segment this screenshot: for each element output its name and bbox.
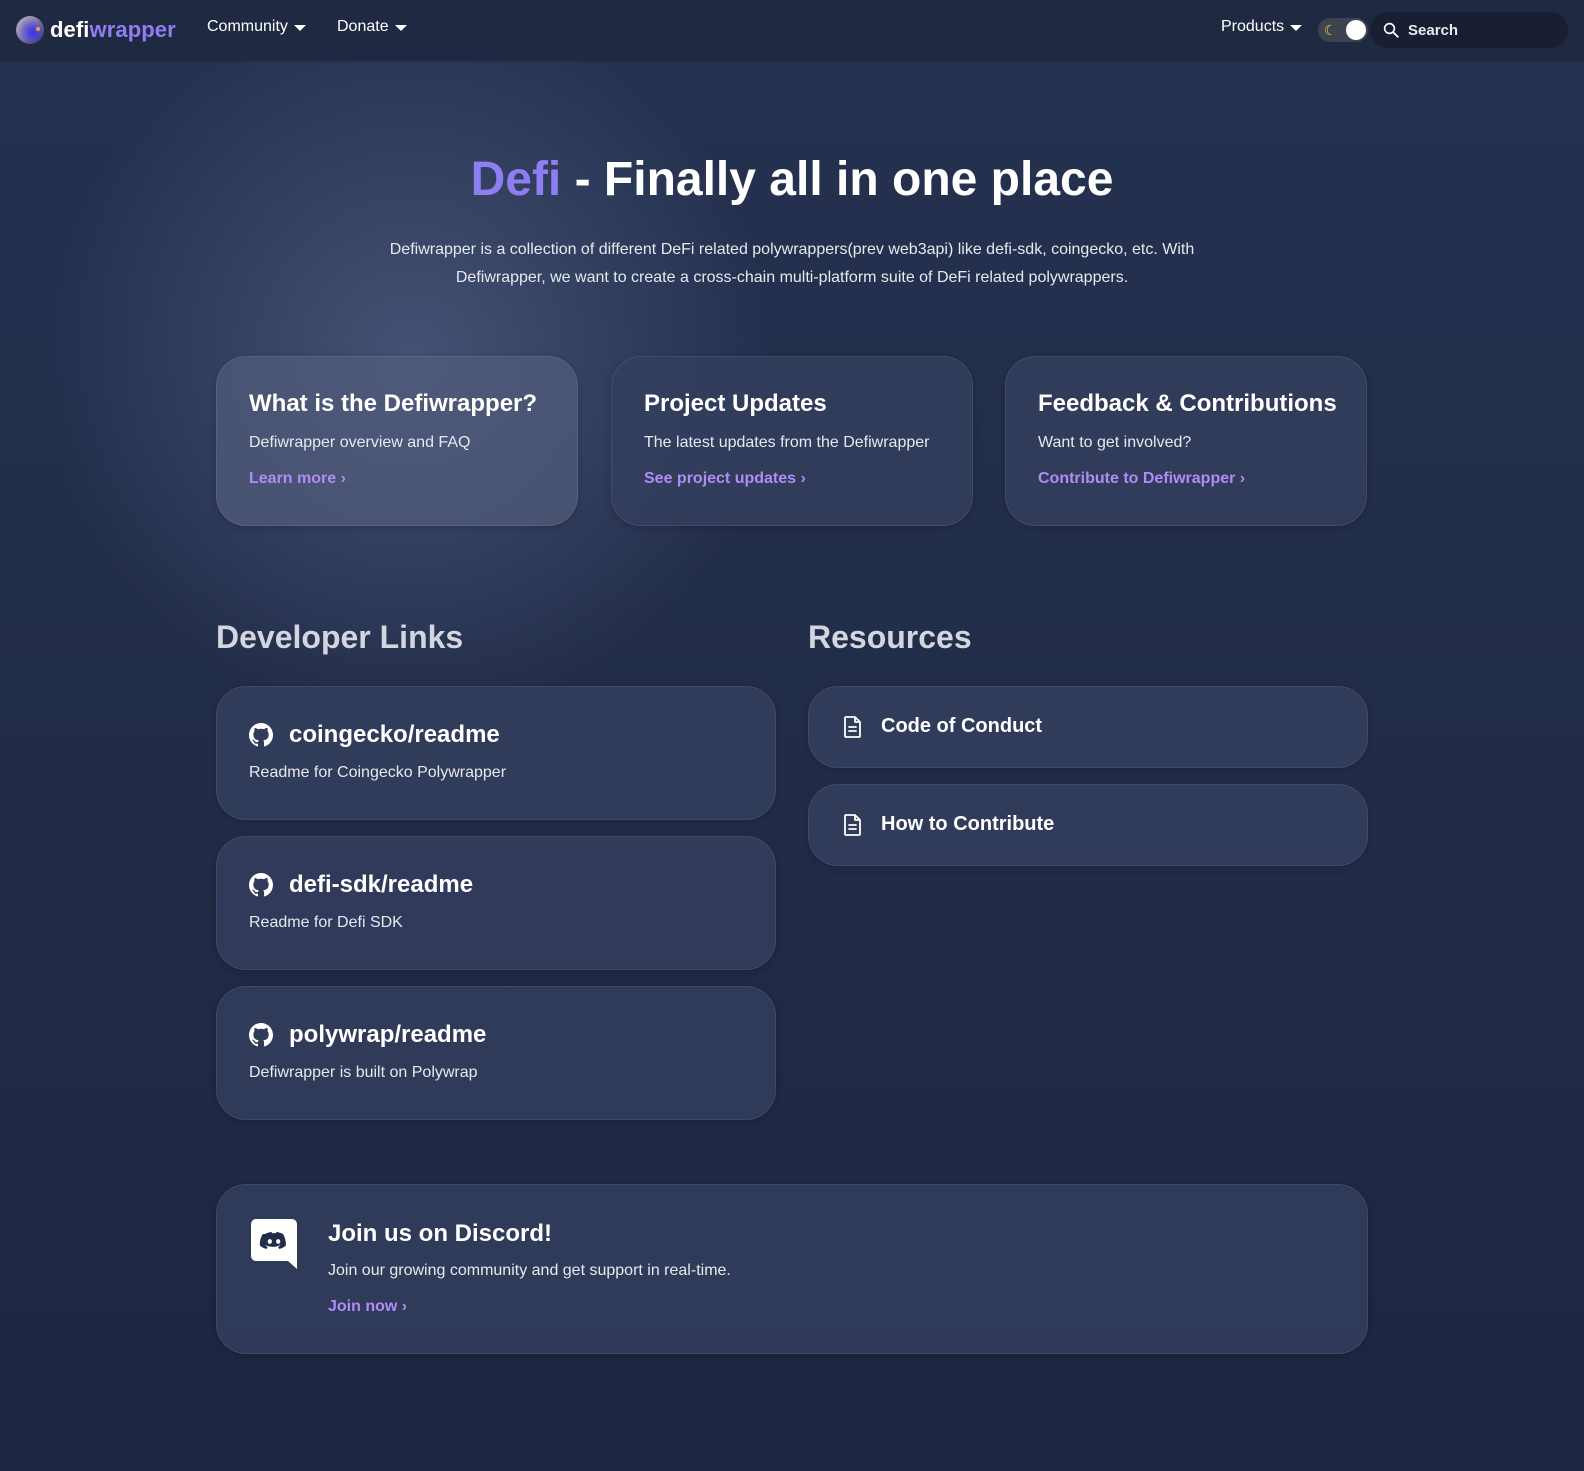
github-icon (249, 1023, 273, 1047)
navbar: defiwrapper Community Donate Products ☾ (0, 0, 1584, 60)
brand-logo-link[interactable]: defiwrapper (16, 15, 176, 45)
nav-donate-dropdown[interactable]: Donate (337, 18, 407, 36)
nav-products-label: Products (1221, 18, 1285, 35)
hero-description: Defiwrapper is a collection of different… (389, 241, 1195, 286)
dev-link-coingecko[interactable]: coingecko/readme Readme for Coingecko Po… (216, 686, 776, 820)
dev-link-defi-sdk[interactable]: defi-sdk/readme Readme for Defi SDK (216, 836, 776, 970)
nav-community-label: Community (207, 18, 288, 35)
theme-toggle[interactable]: ☾ (1318, 18, 1368, 42)
hero-title: Defi - Finally all in one place (0, 150, 1584, 210)
feature-card-description: The latest updates from the Defiwrapper (644, 434, 930, 451)
brand-name: defiwrapper (50, 17, 176, 43)
dev-link-polywrap[interactable]: polywrap/readme Defiwrapper is built on … (216, 986, 776, 1120)
github-icon (249, 723, 273, 747)
feature-card-title: What is the Defiwrapper? (249, 390, 538, 417)
brand-name-part1: defi (50, 17, 90, 42)
resource-title: How to Contribute (881, 813, 1055, 835)
dev-link-title: polywrap/readme (289, 1021, 487, 1048)
feature-card-description: Want to get involved? (1038, 434, 1192, 451)
document-icon (844, 716, 861, 738)
search-icon (1383, 22, 1399, 38)
nav-products-dropdown[interactable]: Products (1221, 18, 1303, 36)
nav-community-dropdown[interactable]: Community (207, 18, 306, 36)
github-icon (249, 873, 273, 897)
logo-icon (16, 16, 44, 44)
feature-card-description: Defiwrapper overview and FAQ (249, 434, 471, 451)
discord-title: Join us on Discord! (328, 1220, 553, 1247)
developer-links-heading: Developer Links (216, 619, 464, 655)
chevron-down-icon (1290, 25, 1303, 31)
feature-card-feedback: Feedback & Contributions Want to get inv… (1005, 356, 1367, 526)
feature-card-title: Project Updates (644, 390, 827, 417)
resource-code-of-conduct[interactable]: Code of Conduct (808, 686, 1368, 768)
learn-more-link[interactable]: Learn more › (249, 469, 346, 489)
see-project-updates-link[interactable]: See project updates › (644, 469, 806, 489)
search-box[interactable] (1370, 12, 1568, 48)
hero-title-accent: Defi (470, 153, 562, 206)
toggle-knob (1346, 20, 1366, 40)
dev-link-description: Readme for Coingecko Polywrapper (249, 764, 507, 781)
discord-icon (251, 1219, 297, 1269)
feature-card-title: Feedback & Contributions (1038, 390, 1337, 417)
discord-card: Join us on Discord! Join our growing com… (216, 1184, 1368, 1354)
resources-heading: Resources (808, 619, 972, 655)
chevron-down-icon (394, 25, 407, 31)
join-now-link[interactable]: Join now › (328, 1297, 407, 1317)
dev-link-title: coingecko/readme (289, 721, 500, 748)
contribute-link[interactable]: Contribute to Defiwrapper › (1038, 469, 1245, 489)
discord-description: Join our growing community and get suppo… (328, 1262, 731, 1279)
document-icon (844, 814, 861, 836)
chevron-down-icon (293, 25, 306, 31)
resource-how-to-contribute[interactable]: How to Contribute (808, 784, 1368, 866)
dev-link-description: Readme for Defi SDK (249, 914, 403, 931)
search-input[interactable] (1408, 21, 1558, 39)
dev-link-title: defi-sdk/readme (289, 871, 474, 898)
feature-card-what-is: What is the Defiwrapper? Defiwrapper ove… (216, 356, 578, 526)
hero-title-rest: - Finally all in one place (561, 153, 1114, 206)
feature-card-project-updates: Project Updates The latest updates from … (611, 356, 973, 526)
moon-icon: ☾ (1324, 22, 1337, 38)
nav-donate-label: Donate (337, 18, 389, 35)
brand-name-part2: wrapper (89, 17, 176, 42)
resource-title: Code of Conduct (881, 715, 1043, 737)
dev-link-description: Defiwrapper is built on Polywrap (249, 1064, 478, 1081)
